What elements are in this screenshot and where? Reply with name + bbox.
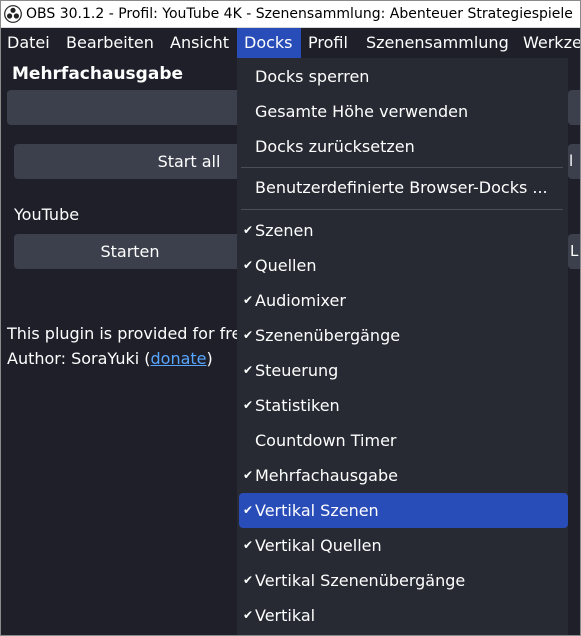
- menu-item-label: Vertikal Szenenübergänge: [255, 571, 466, 590]
- menu-bearbeiten[interactable]: Bearbeiten: [66, 28, 154, 58]
- menu-item-dock-toggle[interactable]: ✔ Szenenübergänge: [239, 318, 568, 353]
- plugin-info-text: This plugin is provided for fre: [7, 324, 242, 343]
- window-title: OBS 30.1.2 - Profil: YouTube 4K - Szenen…: [26, 6, 573, 22]
- window-titlebar: OBS 30.1.2 - Profil: YouTube 4K - Szenen…: [0, 0, 581, 28]
- start-youtube-button[interactable]: Starten: [14, 234, 246, 269]
- right-button-1-label: l: [569, 152, 574, 170]
- menu-item-label: Vertikal Szenen: [255, 501, 379, 520]
- menubar: Datei Bearbeiten Ansicht Docks Profil Sz…: [0, 28, 581, 58]
- menu-item-label: Benutzerdefinierte Browser-Docks ...: [255, 178, 548, 197]
- menu-item-dock-toggle[interactable]: ✔ Mehrfachausgabe: [239, 458, 568, 493]
- dock-field[interactable]: [7, 90, 247, 125]
- menu-item-dock-toggle[interactable]: ✔ Vertikal Szenenübergänge: [239, 563, 568, 598]
- obs-logo-icon: [4, 5, 22, 23]
- menu-item-dock-toggle[interactable]: ✔ Quellen: [239, 248, 568, 283]
- menu-item-label: Szenenübergänge: [255, 326, 401, 345]
- menu-item-dock-toggle[interactable]: ✔ Vertikal: [239, 598, 568, 633]
- menu-item-label: Docks zurücksetzen: [255, 137, 415, 156]
- menu-separator: [241, 167, 563, 168]
- menu-item-dock-toggle[interactable]: Countdown Timer: [239, 423, 568, 458]
- dock-title: Mehrfachausgabe: [12, 64, 184, 84]
- menu-docks[interactable]: Docks: [237, 28, 301, 58]
- menu-item-label: Gesamte Höhe verwenden: [255, 102, 469, 121]
- right-field[interactable]: [568, 90, 581, 125]
- menu-item-dock-toggle[interactable]: ✔ Steuerung: [239, 353, 568, 388]
- menu-item-gesamte-hoehe[interactable]: Gesamte Höhe verwenden: [239, 94, 568, 129]
- menu-item-dock-toggle[interactable]: ✔ Szenen: [239, 213, 568, 248]
- menu-separator: [241, 209, 563, 210]
- menu-item-dock-toggle[interactable]: ✔ Vertikal Quellen: [239, 528, 568, 563]
- checkmark-icon: ✔: [243, 293, 254, 307]
- checkmark-icon: ✔: [243, 363, 254, 377]
- checkmark-icon: ✔: [243, 468, 254, 482]
- menu-item-dock-toggle[interactable]: ✔ Vertikal Szenen: [239, 493, 568, 528]
- menu-item-label: Vertikal Quellen: [255, 536, 382, 555]
- donate-link[interactable]: donate: [151, 349, 207, 368]
- checkmark-icon: ✔: [243, 398, 254, 412]
- author-prefix: Author: SoraYuki (: [7, 349, 151, 368]
- author-line: Author: SoraYuki (donate): [7, 349, 213, 368]
- menu-item-docks-zuruecksetzen[interactable]: Docks zurücksetzen: [239, 129, 568, 164]
- menu-item-label: Countdown Timer: [255, 431, 397, 450]
- checkmark-icon: ✔: [243, 573, 254, 587]
- menu-item-label: Audiomixer: [255, 291, 346, 310]
- right-button-2[interactable]: L: [568, 234, 581, 269]
- docks-menu: Docks sperren Gesamte Höhe verwenden Doc…: [237, 58, 568, 636]
- menu-item-label: Statistiken: [255, 396, 340, 415]
- menu-item-label: Szenen: [255, 221, 314, 240]
- start-youtube-label: Starten: [100, 242, 160, 261]
- menu-item-browser-docks[interactable]: Benutzerdefinierte Browser-Docks ...: [239, 170, 568, 205]
- menu-szenensammlung[interactable]: Szenensammlung: [366, 28, 509, 58]
- menu-item-label: Quellen: [255, 256, 317, 275]
- menu-item-dock-toggle[interactable]: ✔ Statistiken: [239, 388, 568, 423]
- menu-profil[interactable]: Profil: [308, 28, 348, 58]
- checkmark-icon: ✔: [243, 223, 254, 237]
- menu-item-label: Vertikal: [255, 606, 316, 625]
- multi-output-dock: Mehrfachausgabe Start all YouTube Starte…: [0, 58, 364, 636]
- youtube-label: YouTube: [14, 205, 80, 224]
- checkmark-icon: ✔: [243, 328, 254, 342]
- checkmark-icon: ✔: [243, 608, 254, 622]
- author-suffix: ): [206, 349, 213, 368]
- right-button-2-label: L: [570, 242, 579, 260]
- checkmark-icon: ✔: [243, 258, 254, 272]
- menu-werkzeuge[interactable]: Werkze: [523, 28, 581, 58]
- menu-item-docks-sperren[interactable]: Docks sperren: [239, 59, 568, 94]
- right-button-1[interactable]: l: [568, 144, 581, 179]
- menu-item-dock-toggle[interactable]: ✔ Audiomixer: [239, 283, 568, 318]
- menu-ansicht[interactable]: Ansicht: [170, 28, 229, 58]
- menu-item-label: Mehrfachausgabe: [255, 466, 398, 485]
- checkmark-icon: ✔: [243, 503, 254, 517]
- checkmark-icon: ✔: [243, 538, 254, 552]
- menu-item-label: Docks sperren: [255, 67, 370, 86]
- menu-datei[interactable]: Datei: [7, 28, 50, 58]
- menu-item-label: Steuerung: [255, 361, 339, 380]
